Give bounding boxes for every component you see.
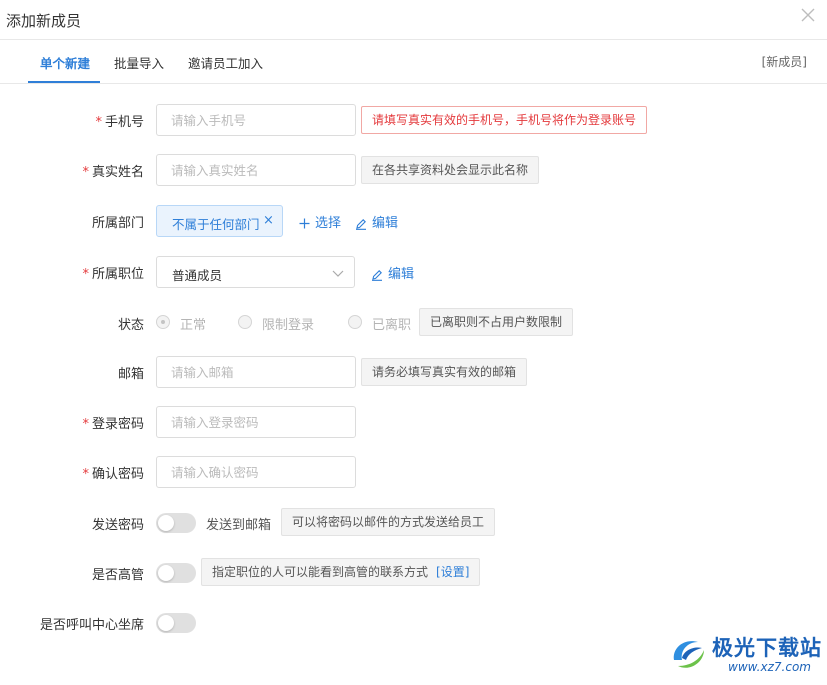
confirm-password-label: * 确认密码 <box>82 467 144 482</box>
position-select[interactable]: 普通成员 <box>156 256 355 288</box>
status-hint: 已离职则不占用户数限制 <box>419 308 574 336</box>
department-tag: 不属于任何部门 × <box>156 205 283 237</box>
edit-position-button[interactable]: 编辑 <box>371 263 414 282</box>
email-label: 邮箱 <box>117 367 144 382</box>
close-icon[interactable] <box>799 6 817 24</box>
edit-department-button[interactable]: 编辑 <box>355 212 398 231</box>
toggle-knob <box>158 515 174 531</box>
send-password-hint: 可以将密码以邮件的方式发送给员工 <box>281 508 496 536</box>
toggle-knob <box>158 615 174 631</box>
confirm-password-input[interactable] <box>156 456 356 488</box>
radio-dot <box>238 315 252 329</box>
select-department-button[interactable]: 选择 <box>299 212 341 231</box>
department-tag-remove-icon[interactable]: × <box>263 213 274 228</box>
position-select-value: 普通成员 <box>172 268 223 283</box>
email-input[interactable] <box>156 356 356 388</box>
toggle-knob <box>158 565 174 581</box>
watermark-logo-icon <box>673 641 704 668</box>
radio-dot <box>348 315 362 329</box>
tab-batch-import[interactable]: 批量导入 <box>114 53 164 72</box>
required-mark: * <box>82 165 89 180</box>
send-password-label: 发送密码 <box>91 518 144 533</box>
email-hint: 请务必填写真实有效的邮箱 <box>361 358 528 386</box>
status-label: 状态 <box>117 318 144 333</box>
tab-single-create[interactable]: 单个新建 <box>40 53 90 72</box>
department-label: 所属部门 <box>91 216 144 231</box>
send-to-email-text: 发送到邮箱 <box>206 518 272 533</box>
required-mark: * <box>82 467 89 482</box>
chevron-down-icon <box>332 270 344 277</box>
watermark: 极光下载站 www.xz7.com <box>668 630 823 680</box>
real-name-hint: 在各共享资料处会显示此名称 <box>361 156 540 184</box>
executive-label: 是否高管 <box>91 568 144 583</box>
send-password-toggle[interactable] <box>156 513 196 533</box>
tab-invite-employee[interactable]: 邀请员工加入 <box>188 53 263 72</box>
real-name-label: * 真实姓名 <box>82 165 144 180</box>
real-name-input[interactable] <box>156 154 356 186</box>
position-label: * 所属职位 <box>82 267 144 282</box>
active-tab-indicator <box>28 81 100 83</box>
dialog-title: 添加新成员 <box>6 12 82 30</box>
pencil-icon <box>356 218 366 230</box>
watermark-url: www.xz7.com <box>728 660 811 674</box>
call-center-toggle[interactable] <box>156 613 196 633</box>
watermark-text: 极光下载站 <box>712 636 822 660</box>
executive-settings-link[interactable]: [设置] <box>436 565 469 579</box>
login-password-label: * 登录密码 <box>82 417 144 432</box>
executive-hint: 指定职位的人可以能看到高管的联系方式 [设置] <box>201 558 481 586</box>
executive-toggle[interactable] <box>156 563 196 583</box>
phone-hint: 请填写真实有效的手机号，手机号将作为登录账号 <box>361 106 648 134</box>
phone-label: * 手机号 <box>95 115 144 130</box>
new-member-label: [新成员] <box>761 55 807 69</box>
call-center-label: 是否呼叫中心坐席 <box>39 618 144 633</box>
pencil-icon <box>372 269 382 281</box>
radio-dot <box>156 315 170 329</box>
required-mark: * <box>82 417 89 432</box>
department-tag-text: 不属于任何部门 <box>172 217 260 232</box>
dialog-header: 添加新成员 <box>0 0 827 40</box>
required-mark: * <box>82 267 89 282</box>
tab-bar: 单个新建 批量导入 邀请员工加入 [新成员] <box>0 40 827 84</box>
login-password-input[interactable] <box>156 406 356 438</box>
plus-icon <box>299 218 310 229</box>
phone-input[interactable] <box>156 104 356 136</box>
required-mark: * <box>95 115 102 130</box>
